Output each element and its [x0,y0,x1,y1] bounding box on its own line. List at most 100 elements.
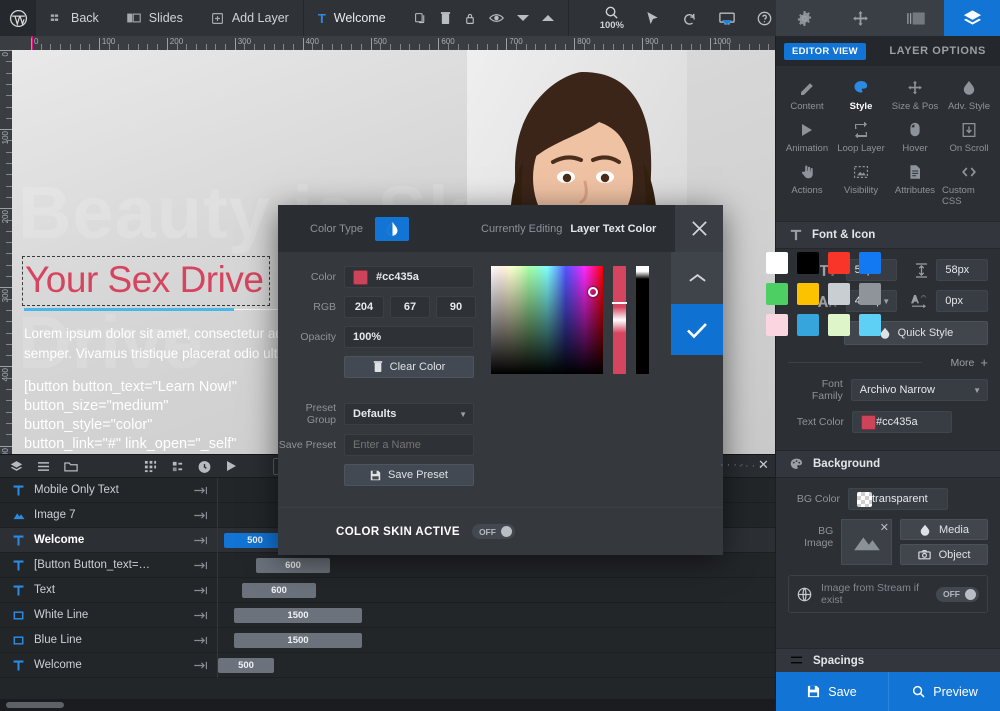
timeline-track[interactable]: 1500 [217,627,775,653]
transparent-swatch[interactable] [857,491,872,507]
layer-row-name-cell[interactable]: Image 7 [0,509,185,521]
layer-row-name-cell[interactable]: Text [0,584,185,596]
layer-option-attributes[interactable]: Attributes [888,158,942,211]
gear-icon[interactable] [776,0,832,36]
layer-option-animation[interactable]: Animation [780,116,834,158]
move-icon[interactable] [832,0,888,36]
hue-slider[interactable] [612,266,627,374]
saturation-value-area[interactable] [491,266,603,374]
timeline-scrollbar[interactable] [0,699,775,711]
color-swatch[interactable] [859,283,881,305]
timeline-bar[interactable]: 600 [256,557,330,573]
timeline-track[interactable]: 500 [217,652,775,678]
table-row[interactable]: [Button Button_text=… 600 [0,552,775,578]
media-button[interactable]: Media [900,519,988,540]
grid-view-icon[interactable] [144,460,157,473]
caret-down-icon[interactable] [516,14,529,22]
table-row[interactable]: White Line 1500 [0,602,775,628]
remove-bg-image-icon[interactable]: ✕ [880,521,889,534]
object-button[interactable]: Object [900,544,988,565]
color-swatch[interactable] [859,252,881,274]
bg-image-thumbnail[interactable]: ✕ [841,519,892,565]
rgb-r-input[interactable]: 204 [344,296,384,318]
magnet-icon[interactable] [171,460,184,473]
blue-line-layer[interactable] [24,308,234,311]
panel-close-icon[interactable]: ✕ [758,457,769,473]
table-row[interactable]: Text 600 [0,577,775,603]
color-swatch[interactable] [828,283,850,305]
layer-option-on-scroll[interactable]: On Scroll [942,116,996,158]
background-section-header[interactable]: Background [776,450,1000,478]
line-height-input[interactable]: 58px [936,259,988,281]
layers-icon[interactable] [10,460,23,472]
save-button[interactable]: Save [776,672,888,711]
slider-icon[interactable] [888,0,944,36]
layers-icon[interactable] [944,0,1000,36]
preview-button[interactable]: Preview [888,672,1000,711]
image-from-stream-row[interactable]: Image from Stream if exist OFF [788,575,988,613]
color-swatch[interactable] [828,252,850,274]
jump-to-end-icon[interactable] [185,486,217,495]
layer-option-visibility[interactable]: Visibility [834,158,888,211]
letter-spacing-input[interactable]: 0px [936,290,988,312]
slides-button[interactable]: Slides [113,0,197,36]
rgb-g-input[interactable]: 67 [390,296,430,318]
layer-row-name-cell[interactable]: Blue Line [0,634,185,646]
layer-option-hover[interactable]: Hover [888,116,942,158]
sv-cursor[interactable] [588,287,598,297]
lock-icon[interactable] [464,12,476,25]
table-row[interactable]: Welcome 500 [0,652,775,678]
spacings-section-header[interactable]: Spacings [776,648,1000,672]
horizontal-ruler[interactable]: 0 100 200 300 400 500 600 700 800 900 1000 [0,36,775,50]
current-color-swatch[interactable] [353,269,368,285]
caret-up-icon[interactable] [541,14,554,22]
current-layer[interactable]: T Welcome [304,0,400,36]
layer-row-name-cell[interactable]: White Line [0,609,185,621]
color-swatch[interactable] [766,283,788,305]
jump-to-end-icon[interactable] [185,636,217,645]
jump-to-end-icon[interactable] [185,586,217,595]
chevron-up-icon[interactable] [671,252,723,304]
color-swatch[interactable] [828,314,850,336]
save-preset-input[interactable] [344,434,474,456]
jump-to-end-icon[interactable] [185,561,217,570]
timeline-track[interactable]: 600 [217,577,775,603]
rgb-b-input[interactable]: 90 [436,296,476,318]
jump-to-end-icon[interactable] [185,661,217,670]
timeline-bar[interactable]: 1500 [234,607,362,623]
jump-to-end-icon[interactable] [185,611,217,620]
hue-marker[interactable] [612,302,627,304]
color-swatch[interactable] [859,314,881,336]
timeline-track[interactable]: 600 [217,552,775,578]
alpha-slider[interactable] [636,266,649,374]
layer-option-adv-style[interactable]: Adv. Style [942,74,996,116]
timeline-bar[interactable]: 500 [224,532,286,548]
font-icon-section-header[interactable]: Font & Icon [776,221,1000,249]
close-icon[interactable] [675,205,723,252]
layer-option-size-pos[interactable]: Size & Pos [888,74,942,116]
delete-icon[interactable] [440,11,451,25]
wordpress-icon[interactable] [0,0,36,36]
cursor-icon[interactable] [646,11,660,26]
table-row[interactable]: Blue Line 1500 [0,627,775,653]
editor-view-chip[interactable]: EDITOR VIEW [784,42,866,60]
folder-icon[interactable] [64,461,78,472]
color-hex-input[interactable]: #cc435a [344,266,474,288]
save-preset-button[interactable]: Save Preset [344,464,474,486]
text-color-input[interactable]: #cc435a [852,411,952,433]
back-button[interactable]: Back [36,0,113,36]
eye-icon[interactable] [488,12,504,24]
clear-color-button[interactable]: Clear Color [344,356,474,378]
jump-to-end-icon[interactable] [185,511,217,520]
color-skin-toggle[interactable]: OFF [471,524,515,539]
timeline-bar[interactable]: 1500 [234,632,362,648]
color-swatch[interactable] [797,314,819,336]
layer-row-name-cell[interactable]: Welcome [0,534,185,546]
help-icon[interactable] [757,11,772,26]
play-icon[interactable] [225,460,237,472]
timeline-bar[interactable]: 500 [218,657,274,673]
monitor-icon[interactable] [719,11,735,26]
headline-text-layer[interactable]: Your Sex Drive [22,256,271,306]
bg-color-input[interactable]: transparent [848,488,948,510]
timeline-scrollbar-thumb[interactable] [6,702,64,708]
